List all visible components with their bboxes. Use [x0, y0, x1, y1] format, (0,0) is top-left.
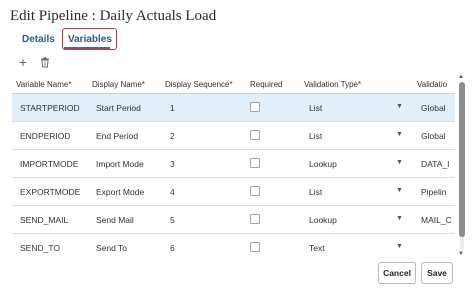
required-checkbox[interactable]: [250, 158, 260, 168]
variable-name-cell[interactable]: ENDPERIOD: [20, 131, 71, 141]
validation-cell[interactable]: Global: [421, 103, 446, 113]
chevron-down-icon[interactable]: ▼: [396, 187, 403, 194]
plus-icon[interactable]: +: [16, 55, 30, 69]
display-sequence-cell[interactable]: 5: [170, 215, 175, 225]
variable-name-cell[interactable]: STARTPERIOD: [20, 103, 80, 113]
table-row[interactable]: STARTPERIOD Start Period 1 List ▼ Global: [12, 94, 455, 122]
save-button[interactable]: Save: [421, 262, 453, 284]
validation-type-select[interactable]: List: [309, 187, 322, 197]
validation-type-select[interactable]: Lookup: [309, 159, 337, 169]
validation-type-select[interactable]: List: [309, 103, 322, 113]
display-sequence-cell[interactable]: 2: [170, 131, 175, 141]
column-header[interactable]: Display Name*: [92, 80, 145, 89]
chevron-down-icon[interactable]: ▼: [396, 243, 403, 250]
validation-type-select[interactable]: Text: [309, 243, 325, 253]
column-header[interactable]: Display Sequence*: [165, 80, 233, 89]
table-row[interactable]: SEND_MAIL Send Mail 5 Lookup ▼ MAIL_C: [12, 206, 455, 234]
table-row[interactable]: ENDPERIOD End Period 2 List ▼ Global: [12, 122, 455, 150]
tab-details[interactable]: Details: [22, 34, 55, 45]
validation-type-select[interactable]: List: [309, 131, 322, 141]
chevron-down-icon[interactable]: ▼: [396, 103, 403, 110]
trash-icon[interactable]: [38, 55, 52, 69]
table-row[interactable]: SEND_TO Send To 6 Text ▼: [12, 234, 455, 259]
dialog-footer: Cancel Save: [0, 262, 474, 294]
column-header[interactable]: Validatio: [417, 80, 447, 89]
validation-cell[interactable]: DATA_I: [421, 159, 450, 169]
scroll-down-icon[interactable]: ▼: [458, 251, 464, 257]
tab-highlight-box: [62, 28, 117, 50]
chevron-down-icon[interactable]: ▼: [396, 215, 403, 222]
display-name-cell[interactable]: Start Period: [96, 103, 141, 113]
variables-table: Variable Name* Display Name* Display Seq…: [12, 74, 455, 259]
dialog-title: Edit Pipeline : Daily Actuals Load: [10, 8, 217, 24]
required-checkbox[interactable]: [250, 102, 260, 112]
display-name-cell[interactable]: Send To: [96, 243, 127, 253]
chevron-down-icon[interactable]: ▼: [396, 159, 403, 166]
validation-type-select[interactable]: Lookup: [309, 215, 337, 225]
cancel-button[interactable]: Cancel: [378, 262, 416, 284]
display-name-cell[interactable]: End Period: [96, 131, 138, 141]
variable-name-cell[interactable]: SEND_MAIL: [20, 215, 68, 225]
table-header: Variable Name* Display Name* Display Seq…: [12, 74, 455, 94]
column-header[interactable]: Validation Type*: [304, 80, 361, 89]
display-sequence-cell[interactable]: 3: [170, 159, 175, 169]
variable-name-cell[interactable]: EXPORTMODE: [20, 187, 80, 197]
scrollbar-thumb[interactable]: [459, 82, 465, 237]
required-checkbox[interactable]: [250, 242, 260, 252]
chevron-down-icon[interactable]: ▼: [396, 131, 403, 138]
display-sequence-cell[interactable]: 4: [170, 187, 175, 197]
variable-name-cell[interactable]: IMPORTMODE: [20, 159, 78, 169]
validation-cell[interactable]: Pipelin: [421, 187, 447, 197]
display-name-cell[interactable]: Send Mail: [96, 215, 134, 225]
table-row[interactable]: IMPORTMODE Import Mode 3 Lookup ▼ DATA_I: [12, 150, 455, 178]
display-name-cell[interactable]: Import Mode: [96, 159, 144, 169]
validation-cell[interactable]: MAIL_C: [421, 215, 452, 225]
variable-name-cell[interactable]: SEND_TO: [20, 243, 60, 253]
required-checkbox[interactable]: [250, 214, 260, 224]
display-sequence-cell[interactable]: 6: [170, 243, 175, 253]
tab-bar: Details Variables: [0, 28, 474, 52]
required-checkbox[interactable]: [250, 186, 260, 196]
display-name-cell[interactable]: Export Mode: [96, 187, 144, 197]
vertical-scrollbar[interactable]: ▲ ▼: [458, 74, 466, 259]
validation-cell[interactable]: Global: [421, 131, 446, 141]
required-checkbox[interactable]: [250, 130, 260, 140]
column-header[interactable]: Variable Name*: [16, 80, 71, 89]
table-row[interactable]: EXPORTMODE Export Mode 4 List ▼ Pipelin: [12, 178, 455, 206]
scroll-up-icon[interactable]: ▲: [458, 74, 464, 80]
column-header[interactable]: Required: [250, 80, 282, 89]
display-sequence-cell[interactable]: 1: [170, 103, 175, 113]
